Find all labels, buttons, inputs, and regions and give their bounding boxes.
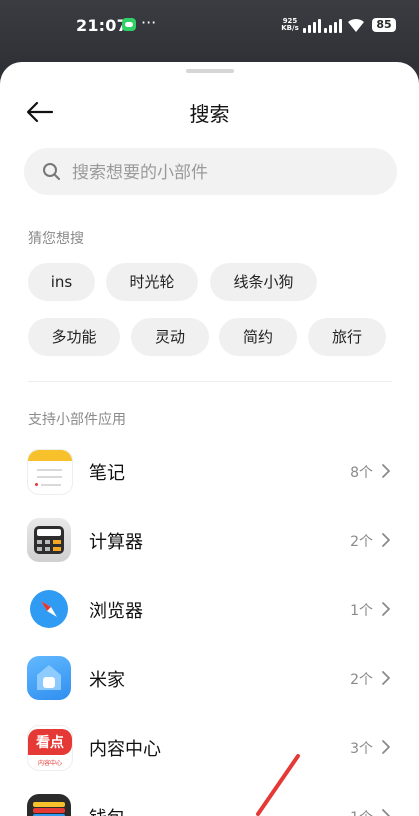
section-divider [28,381,392,382]
chip-lvxing[interactable]: 旅行 [308,318,386,356]
app-name: 笔记 [89,463,125,484]
calculator-icon [27,518,71,562]
network-speed-unit: KB/s [281,24,299,32]
wifi-icon [348,18,364,32]
battery-icon: 85 [372,18,396,32]
content-center-icon: 看点 内容中心 [27,725,73,771]
chevron-right-icon [382,533,390,547]
app-name: 钱包 [89,804,125,816]
status-bar: 21:07 ··· 925 KB/s 85 [0,0,419,52]
drag-handle[interactable] [186,69,234,73]
signal-2-icon [324,19,346,33]
search-sheet: 搜索 猜您想搜 ins 时光轮 线条小狗 多功能 灵动 简约 旅行 支持小部件应… [0,62,419,816]
suggestions-label: 猜您想搜 [28,231,84,247]
wechat-notification-icon [122,18,136,31]
chip-duogongneng[interactable]: 多功能 [28,318,120,356]
network-speed: 925 KB/s [281,18,299,32]
content-center-logo-text: 看点 [36,735,64,751]
app-item-calculator[interactable]: 计算器 2个 [0,512,419,568]
chip-lingdong[interactable]: 灵动 [131,318,209,356]
app-name: 浏览器 [89,601,143,622]
signal-icon [303,19,325,33]
app-name: 内容中心 [89,739,161,760]
red-annotation-arrow-icon [256,754,300,816]
status-time: 21:07 [76,16,128,35]
chip-shiguanglun[interactable]: 时光轮 [106,263,198,301]
widget-count: 2个 [350,672,373,688]
app-item-wallet[interactable]: 钱包 1个 [0,788,419,816]
search-input[interactable] [70,148,374,197]
mijia-home-icon [27,656,71,700]
wallet-icon [27,794,71,816]
app-name: 米家 [89,670,125,691]
page-title: 搜索 [189,102,230,126]
phone-screen: 21:07 ··· 925 KB/s 85 搜索 搜索想要的小部件 猜您想搜 i… [0,0,419,816]
notes-icon [27,449,73,495]
app-item-content-center[interactable]: 看点 内容中心 内容中心 3个 [0,719,419,775]
chip-jianyue[interactable]: 简约 [219,318,297,356]
widget-count: 1个 [350,807,373,816]
apps-label: 支持小部件应用 [28,412,126,428]
app-item-browser[interactable]: 浏览器 1个 [0,581,419,637]
chevron-right-icon [382,740,390,754]
chevron-right-icon [382,602,390,616]
chip-ins[interactable]: ins [28,263,95,301]
chevron-right-icon [382,464,390,478]
chip-xiantiao-xiaogou[interactable]: 线条小狗 [210,263,317,301]
browser-icon [27,587,71,631]
app-item-mijia[interactable]: 米家 2个 [0,650,419,706]
widget-count: 8个 [350,465,373,481]
chevron-right-icon [382,809,390,816]
app-name: 计算器 [89,532,143,553]
search-icon [43,163,60,180]
widget-count: 3个 [350,741,373,757]
chevron-right-icon [382,671,390,685]
search-bar[interactable] [24,148,397,197]
widget-count: 1个 [350,603,373,619]
more-notifications-icon: ··· [141,13,157,32]
widget-count: 2个 [350,534,373,550]
app-item-notes[interactable]: 笔记 8个 [0,443,419,499]
content-center-logo-subtext: 内容中心 [37,760,62,767]
